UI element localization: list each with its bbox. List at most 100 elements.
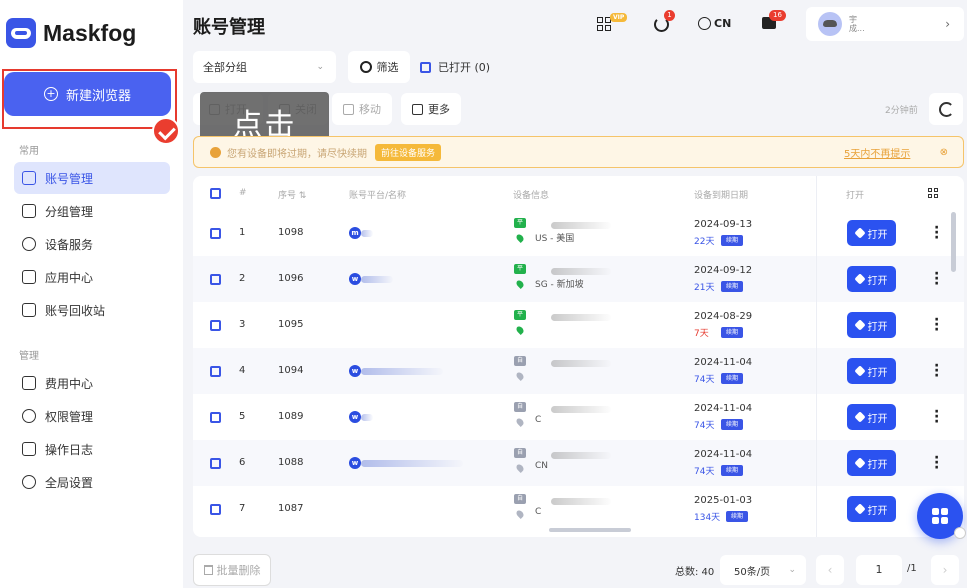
opened-checkbox[interactable] <box>420 61 431 73</box>
renew-button[interactable]: 续期 <box>721 373 743 384</box>
shield-icon <box>22 409 36 423</box>
section-common-title: 常用 <box>19 146 39 157</box>
blurred-device-ip <box>551 452 611 459</box>
row-index: 7 <box>239 503 246 514</box>
more-options-icon[interactable]: ··· <box>934 451 939 475</box>
renew-button[interactable]: 续期 <box>721 327 743 338</box>
sidebar-item-billing[interactable]: 费用中心 <box>14 367 170 399</box>
section-manage-title: 管理 <box>19 351 39 362</box>
row-serial: 1094 <box>278 365 304 376</box>
page-size-value: 50条/页 <box>734 566 771 578</box>
open-profile-button[interactable]: 打开 <box>847 358 896 384</box>
more-options-icon[interactable]: ··· <box>934 267 939 291</box>
search-icon <box>359 61 372 73</box>
expiry-date: 2024-11-04 <box>694 357 753 368</box>
total-count: 总数: 40 <box>675 567 715 578</box>
open-profile-button[interactable]: 打开 <box>847 450 896 476</box>
next-page-button[interactable]: › <box>931 555 959 585</box>
globe-icon[interactable] <box>698 17 711 30</box>
open-profile-button[interactable]: 打开 <box>847 220 896 246</box>
table-row[interactable]: 1 1098 m 平 US - 美国 2024-09-13 22天 续期 打开 · · · <box>193 210 964 256</box>
device-location: C <box>535 415 542 425</box>
renew-button[interactable]: 续期 <box>726 511 748 522</box>
row-checkbox[interactable] <box>210 366 221 377</box>
sidebar-item-logs[interactable]: 操作日志 <box>14 433 170 465</box>
device-type-tag: 自 <box>514 448 526 458</box>
open-profile-button[interactable]: 打开 <box>847 266 896 292</box>
more-options-icon[interactable]: ··· <box>934 313 939 337</box>
page-number-input[interactable]: 1 <box>856 555 902 585</box>
remaining-days: 74天 <box>694 421 715 431</box>
expiry-date: 2024-08-29 <box>694 311 753 322</box>
row-checkbox[interactable] <box>210 458 221 469</box>
location-pin-icon <box>515 417 525 427</box>
chevron-down-icon: ⌄ <box>316 62 324 72</box>
select-all-checkbox[interactable] <box>210 188 221 199</box>
open-label: 打开 <box>867 505 888 517</box>
sidebar-item-app-center[interactable]: 应用中心 <box>14 261 170 293</box>
settings-icon <box>22 475 36 489</box>
more-options-icon[interactable]: ··· <box>934 405 939 429</box>
bulk-delete-button[interactable]: 批量删除 <box>193 554 271 586</box>
open-profile-button[interactable]: 打开 <box>847 404 896 430</box>
row-checkbox[interactable] <box>210 228 221 239</box>
table-row[interactable]: 71087自C2025-01-03134天续期打开··· <box>193 486 964 532</box>
row-checkbox[interactable] <box>210 320 221 331</box>
sidebar-item-device-service[interactable]: 设备服务 <box>14 228 170 260</box>
renew-button[interactable]: 续期 <box>721 235 743 246</box>
fab-minimize-icon[interactable] <box>954 527 966 539</box>
table-row[interactable]: 2 1096 w 平 SG - 新加坡 2024-09-12 21天 续期 打开 · · · <box>193 256 964 302</box>
sidebar-item-recycle-bin[interactable]: 账号回收站 <box>14 294 170 326</box>
user-menu[interactable]: 宇 成... › <box>806 7 964 41</box>
row-checkbox[interactable] <box>210 274 221 285</box>
sidebar-item-settings[interactable]: 全局设置 <box>14 466 170 498</box>
blurred-account-name <box>361 368 443 375</box>
dismiss-5-days-link[interactable]: 5天内不再提示 <box>844 145 910 160</box>
mask-logo-icon <box>6 18 36 48</box>
move-button[interactable]: 移动 <box>332 93 392 125</box>
sidebar-item-groups[interactable]: 分组管理 <box>14 195 170 227</box>
col-expiry: 设备到期日期 <box>694 191 749 201</box>
open-profile-button[interactable]: 打开 <box>847 496 896 522</box>
more-options-icon[interactable]: ··· <box>934 359 939 383</box>
more-button[interactable]: 更多 <box>401 93 461 125</box>
location-pin-icon <box>515 325 525 335</box>
qr-code-icon[interactable] <box>597 17 611 31</box>
language-switch[interactable]: CN <box>714 17 731 30</box>
page-size-select[interactable]: 50条/页 ⌄ <box>720 555 806 585</box>
app-logo[interactable]: Maskfog <box>6 18 136 48</box>
col-serial[interactable]: 序号 ⇅ <box>278 188 306 201</box>
horizontal-scrollbar[interactable] <box>549 528 631 532</box>
open-profile-button[interactable]: 打开 <box>847 312 896 338</box>
vip-badge: VIP <box>610 13 628 22</box>
table-row[interactable]: 6 1088 w 自 CN 2024-11-04 74天 续期 打开 · · · <box>193 440 964 486</box>
clipboard-icon <box>22 442 36 456</box>
renew-button[interactable]: 续期 <box>721 281 743 292</box>
more-options-icon[interactable]: ··· <box>934 221 939 245</box>
col-platform: 账号平台/名称 <box>349 191 407 201</box>
launch-icon <box>853 365 866 377</box>
table-row[interactable]: 4 1094 w 自 2024-11-04 74天 续期 打开 · · · <box>193 348 964 394</box>
filter-button[interactable]: 筛选 <box>348 51 410 83</box>
row-checkbox[interactable] <box>210 412 221 423</box>
refresh-button[interactable] <box>929 93 963 125</box>
expiry-date: 2024-09-13 <box>694 219 753 230</box>
sidebar-item-accounts[interactable]: 账号管理 <box>14 162 170 194</box>
vertical-scrollbar[interactable] <box>951 212 956 272</box>
table-row[interactable]: 3 1095 平 2024-08-29 7天 续期 打开 · · · <box>193 302 964 348</box>
table-row[interactable]: 5 1089 w 自 C 2024-11-04 74天 续期 打开 · · · <box>193 394 964 440</box>
opened-filter[interactable]: 已打开 (0) <box>420 51 490 83</box>
renew-button[interactable]: 续期 <box>721 465 743 476</box>
group-select[interactable]: 全部分组 ⌄ <box>193 51 336 83</box>
renew-button[interactable]: 续期 <box>721 419 743 430</box>
prev-page-button[interactable]: ‹ <box>816 555 844 585</box>
open-label: 打开 <box>867 413 888 425</box>
go-device-service-button[interactable]: 前往设备服务 <box>375 143 442 161</box>
remaining-days: 134天 <box>694 513 721 523</box>
close-banner-icon[interactable]: ⊗ <box>940 147 948 158</box>
column-settings-icon[interactable] <box>928 188 938 198</box>
expiry-date: 2024-11-04 <box>694 449 753 460</box>
sidebar-item-permissions[interactable]: 权限管理 <box>14 400 170 432</box>
col-device: 设备信息 <box>513 191 550 201</box>
row-checkbox[interactable] <box>210 504 221 515</box>
